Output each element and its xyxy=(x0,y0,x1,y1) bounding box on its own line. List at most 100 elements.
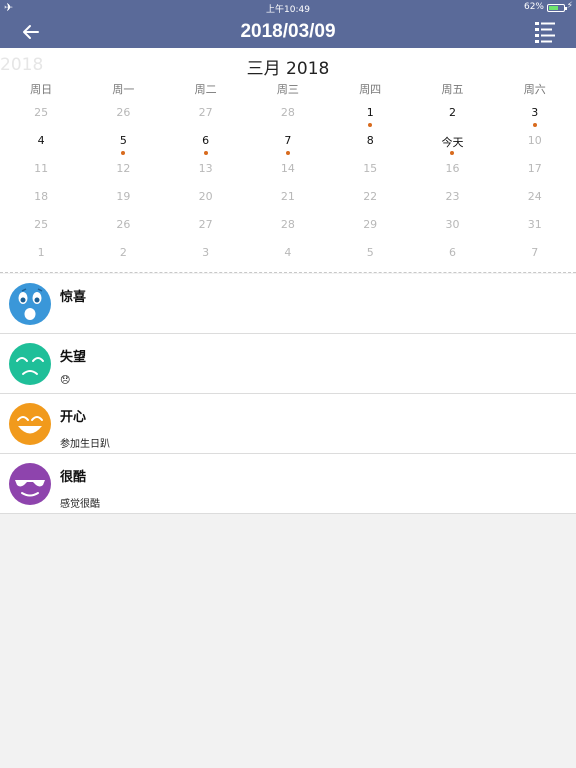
calendar-day-label: 25 xyxy=(34,106,49,119)
calendar-day-label: 23 xyxy=(445,190,460,203)
calendar-day[interactable]: 1 xyxy=(0,242,82,270)
calendar-day-label: 11 xyxy=(34,162,49,175)
calendar-day[interactable]: 6 xyxy=(165,130,247,158)
calendar-day[interactable]: 25 xyxy=(0,214,82,242)
calendar-day[interactable]: 8 xyxy=(329,130,411,158)
battery-icon xyxy=(547,4,567,12)
calendar-day[interactable]: 3 xyxy=(165,242,247,270)
weekday-label: 周三 xyxy=(276,83,299,96)
calendar-day[interactable]: 2 xyxy=(82,242,164,270)
entry-dot-icon xyxy=(203,151,208,155)
calendar-day-label: 5 xyxy=(119,134,127,147)
calendar-day[interactable]: 2 xyxy=(411,102,493,130)
mood-title: 开心 xyxy=(60,410,87,425)
calendar-day-label: 28 xyxy=(280,218,295,231)
calendar-day[interactable]: 16 xyxy=(411,158,493,186)
mood-entry[interactable]: 惊喜 xyxy=(0,274,576,334)
calendar-day[interactable]: 14 xyxy=(247,158,329,186)
calendar-day[interactable]: 3 xyxy=(494,102,576,130)
calendar-day[interactable]: 13 xyxy=(165,158,247,186)
calendar-day[interactable]: 1 xyxy=(329,102,411,130)
calendar-week-row: 18 19 20 21 22 23 24 xyxy=(0,186,576,214)
calendar-day[interactable]: 20 xyxy=(165,186,247,214)
calendar-day[interactable]: 25 xyxy=(0,102,82,130)
calendar-day-label: 4 xyxy=(284,246,292,259)
surprised-face-icon xyxy=(9,283,51,325)
calendar-day[interactable]: 6 xyxy=(411,242,493,270)
calendar-day[interactable]: 26 xyxy=(82,214,164,242)
calendar-week-row: 25 26 27 28 29 30 31 xyxy=(0,214,576,242)
calendar-day[interactable]: 22 xyxy=(329,186,411,214)
calendar-day[interactable]: 31 xyxy=(494,214,576,242)
calendar-day-label: 31 xyxy=(527,218,542,231)
calendar-week-row: 25 26 27 28 1 2 3 xyxy=(0,102,576,130)
charging-icon: ⚡ xyxy=(566,1,573,11)
calendar-day-label: 7 xyxy=(284,134,292,147)
weekday-label: 周四 xyxy=(359,83,382,96)
calendar-day-label: 29 xyxy=(363,218,378,231)
calendar-day[interactable]: 27 xyxy=(165,214,247,242)
calendar-day-label: 13 xyxy=(198,162,213,175)
calendar-day-label: 19 xyxy=(116,190,131,203)
calendar-day[interactable]: 4 xyxy=(0,130,82,158)
calendar-day-label: 15 xyxy=(363,162,378,175)
calendar-day[interactable]: 19 xyxy=(82,186,164,214)
calendar-day[interactable]: 7 xyxy=(494,242,576,270)
calendar-day[interactable]: 11 xyxy=(0,158,82,186)
calendar-day[interactable]: 29 xyxy=(329,214,411,242)
entry-dot-icon xyxy=(532,123,537,127)
calendar-day[interactable]: 17 xyxy=(494,158,576,186)
page-title: 2018/03/09 xyxy=(240,21,336,42)
calendar-day[interactable]: 7 xyxy=(247,130,329,158)
calendar-day[interactable]: 21 xyxy=(247,186,329,214)
calendar-day[interactable]: 27 xyxy=(165,102,247,130)
battery-percent: 62% xyxy=(523,2,544,12)
calendar-day-label: 22 xyxy=(363,190,378,203)
calendar-week-row: 11 12 13 14 15 16 17 xyxy=(0,158,576,186)
status-time: 上午10:49 xyxy=(266,5,310,15)
mood-title: 很酷 xyxy=(60,470,87,485)
calendar-day[interactable]: 28 xyxy=(247,102,329,130)
calendar-week-row: 1 2 3 4 5 6 7 xyxy=(0,242,576,270)
mood-entry-list: 惊喜失望 😞 开心 参加生日趴 很酷 感觉很酷 xyxy=(0,274,576,514)
calendar-grid: 25 26 27 28 1 2 3 4 5 6 7 8 今天 10 11 12 13 14 15 16 17 18 19 20… xyxy=(0,102,576,270)
calendar-day[interactable]: 24 xyxy=(494,186,576,214)
mood-entry[interactable]: 开心 参加生日趴 xyxy=(0,394,576,454)
cool-face-icon xyxy=(9,463,51,505)
calendar-day-label: 26 xyxy=(116,218,131,231)
calendar-day-label: 21 xyxy=(280,190,295,203)
calendar-day[interactable]: 15 xyxy=(329,158,411,186)
calendar-day[interactable]: 5 xyxy=(82,130,164,158)
disappointed-face-icon xyxy=(9,343,51,385)
calendar-day-label: 6 xyxy=(202,134,210,147)
calendar-day[interactable]: 18 xyxy=(0,186,82,214)
calendar-day-label: 1 xyxy=(366,106,374,119)
mood-title: 惊喜 xyxy=(60,290,87,305)
calendar-day[interactable]: 26 xyxy=(82,102,164,130)
calendar-day[interactable]: 23 xyxy=(411,186,493,214)
calendar-day-label: 14 xyxy=(280,162,295,175)
calendar-day[interactable]: 12 xyxy=(82,158,164,186)
mood-note: 😞 xyxy=(60,375,71,386)
calendar-week-row: 4 5 6 7 8 今天 10 xyxy=(0,130,576,158)
calendar-day-label: 20 xyxy=(198,190,213,203)
calendar-day-label: 今天 xyxy=(441,136,464,149)
calendar-day-label: 12 xyxy=(116,162,131,175)
calendar-day[interactable]: 30 xyxy=(411,214,493,242)
mood-title: 失望 xyxy=(60,350,87,365)
calendar-day[interactable]: 今天 xyxy=(411,130,493,158)
calendar-day[interactable]: 4 xyxy=(247,242,329,270)
calendar-day-label: 28 xyxy=(280,106,295,119)
calendar-day[interactable]: 5 xyxy=(329,242,411,270)
calendar-day[interactable]: 10 xyxy=(494,130,576,158)
weekday-header: 周日 周一 周二 周三 周四 周五 周六 xyxy=(0,81,576,97)
calendar-day-label: 27 xyxy=(198,106,213,119)
mood-entry[interactable]: 失望 😞 xyxy=(0,334,576,394)
list-view-button[interactable] xyxy=(534,21,556,43)
calendar-day-label: 25 xyxy=(34,218,49,231)
calendar-day[interactable]: 28 xyxy=(247,214,329,242)
calendar-day-label: 27 xyxy=(198,218,213,231)
calendar-day-label: 2 xyxy=(119,246,127,259)
mood-entry[interactable]: 很酷 感觉很酷 xyxy=(0,454,576,514)
calendar-day-label: 4 xyxy=(37,134,45,147)
